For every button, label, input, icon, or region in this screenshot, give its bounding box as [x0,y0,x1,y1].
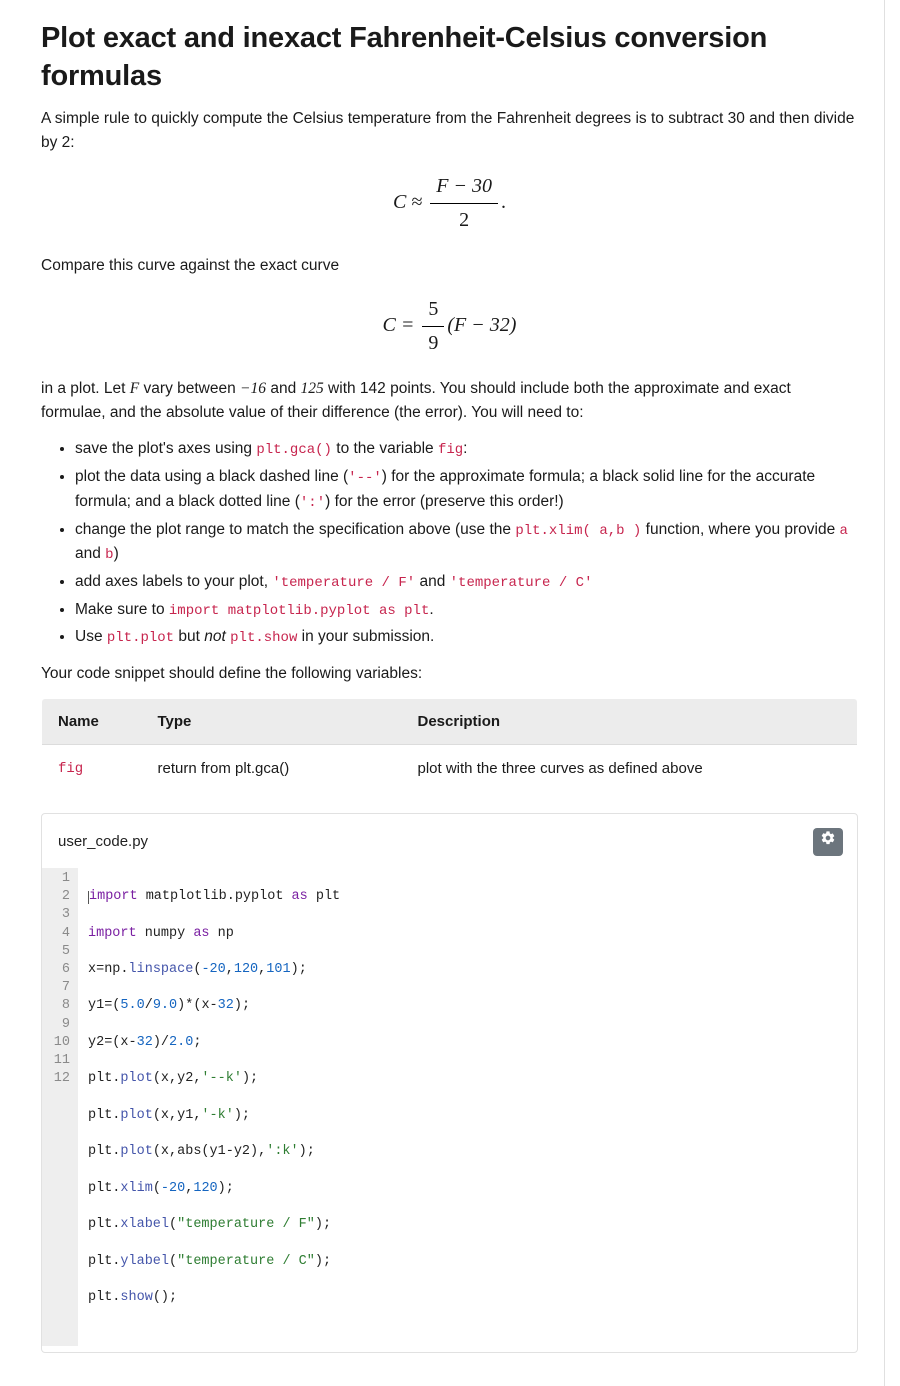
page-title: Plot exact and inexact Fahrenheit-Celsiu… [41,20,858,95]
list-item: add axes labels to your plot, 'temperatu… [75,570,858,595]
task-list: save the plot's axes using plt.gca() to … [41,437,858,650]
var-desc: plot with the three curves as defined ab… [402,745,858,793]
list-item: Use plt.plot but not plt.show in your su… [75,625,858,650]
col-desc: Description [402,698,858,744]
settings-button[interactable] [813,828,843,856]
list-item: save the plot's axes using plt.gca() to … [75,437,858,462]
define-text: Your code snippet should define the foll… [41,662,858,686]
line-gutter: 123 456 789 101112 [42,868,78,1346]
range-text: in a plot. Let F vary between −16 and 12… [41,377,858,425]
col-name: Name [42,698,142,744]
variables-table: Name Type Description fig return from pl… [41,698,858,793]
col-type: Type [142,698,402,744]
intro-text: A simple rule to quickly compute the Cel… [41,107,858,155]
list-item: plot the data using a black dashed line … [75,465,858,514]
list-item: change the plot range to match the speci… [75,518,858,567]
table-row: fig return from plt.gca() plot with the … [42,745,858,793]
var-name: fig [58,761,83,777]
list-item: Make sure to import matplotlib.pyplot as… [75,598,858,623]
var-type: return from plt.gca() [142,745,402,793]
equation-exact: C = 5 9 (F − 32) [41,294,858,359]
gear-icon [820,830,836,855]
equation-approx: C ≈ F − 30 2 . [41,171,858,236]
code-editor[interactable]: import matplotlib.pyplot as plt import n… [78,868,340,1346]
file-name: user_code.py [58,830,148,853]
code-card: user_code.py 123 456 789 101112 import m… [41,813,858,1353]
compare-text: Compare this curve against the exact cur… [41,254,858,278]
